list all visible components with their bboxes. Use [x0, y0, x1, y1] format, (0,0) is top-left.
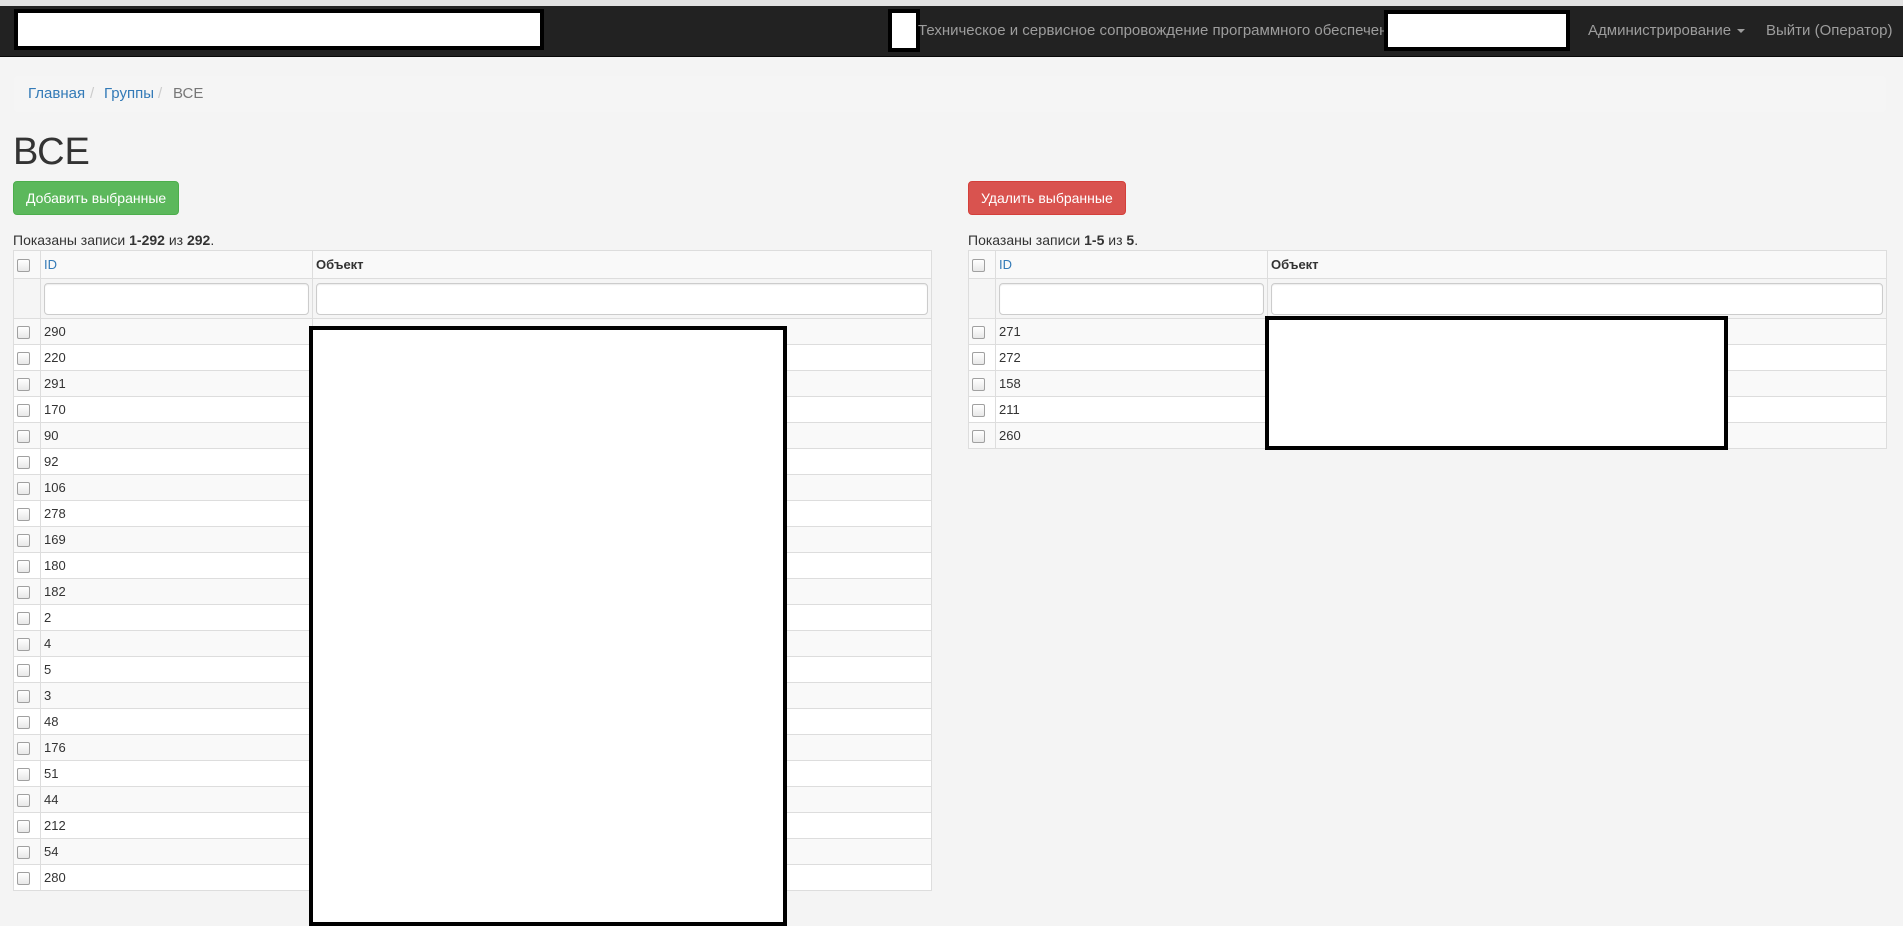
row-id: 54 [40, 838, 313, 865]
row-checkbox[interactable] [17, 742, 30, 756]
sort-id-link[interactable]: ID [44, 257, 57, 272]
row-checkbox[interactable] [17, 352, 30, 366]
breadcrumb-groups[interactable]: Группы [104, 76, 154, 112]
row-id: 44 [40, 786, 313, 813]
breadcrumb-home[interactable]: Главная [28, 76, 85, 112]
row-checkbox[interactable] [17, 768, 30, 782]
caret-down-icon [1737, 29, 1746, 34]
row-id: 2 [40, 604, 313, 631]
row-checkbox[interactable] [17, 846, 30, 860]
row-checkbox[interactable] [17, 508, 30, 522]
column-object: Объект [1267, 250, 1887, 279]
row-id: 220 [40, 344, 313, 371]
admin-menu-label: Администрирование [1588, 22, 1732, 39]
row-checkbox[interactable] [17, 820, 30, 834]
row-id: 211 [995, 396, 1268, 423]
row-checkbox[interactable] [17, 456, 30, 470]
row-id: 182 [40, 578, 313, 605]
row-checkbox[interactable] [972, 430, 985, 444]
row-id: 271 [995, 318, 1268, 345]
row-id: 5 [40, 656, 313, 683]
row-id: 90 [40, 422, 313, 449]
object-filter-input[interactable] [316, 282, 928, 315]
row-id: 106 [40, 474, 313, 501]
breadcrumb-separator: / [90, 85, 95, 102]
row-checkbox[interactable] [972, 404, 985, 418]
row-id: 4 [40, 630, 313, 657]
row-id: 176 [40, 734, 313, 761]
row-id: 290 [40, 318, 313, 345]
row-checkbox[interactable] [17, 612, 30, 626]
row-checkbox[interactable] [17, 560, 30, 574]
redacted-logo [888, 9, 920, 52]
row-checkbox[interactable] [17, 534, 30, 548]
select-all-checkbox[interactable] [972, 259, 985, 273]
row-id: 260 [995, 422, 1268, 449]
sort-id-link[interactable]: ID [999, 257, 1012, 272]
breadcrumb: Главная / Группы / ВСЕ [14, 76, 1886, 112]
row-id: 170 [40, 396, 313, 423]
redacted-user [1384, 10, 1570, 51]
column-object: Объект [312, 250, 932, 279]
row-id: 92 [40, 448, 313, 475]
row-checkbox[interactable] [17, 872, 30, 886]
row-checkbox[interactable] [972, 378, 985, 392]
left-summary: Показаны записи 1-292 из 292. [13, 232, 215, 248]
row-checkbox[interactable] [17, 664, 30, 678]
row-checkbox[interactable] [17, 586, 30, 600]
redacted-object-column [1265, 316, 1728, 450]
row-id: 158 [995, 370, 1268, 397]
row-id: 212 [40, 812, 313, 839]
id-filter-input[interactable] [44, 282, 309, 315]
row-checkbox[interactable] [17, 430, 30, 444]
row-checkbox[interactable] [972, 352, 985, 366]
row-id: 291 [40, 370, 313, 397]
row-id: 280 [40, 864, 313, 891]
row-id: 51 [40, 760, 313, 787]
row-checkbox[interactable] [17, 716, 30, 730]
navbar-subtitle: Техническое и сервисное сопровождение пр… [918, 22, 1404, 39]
redacted-brand [14, 9, 544, 50]
right-summary: Показаны записи 1-5 из 5. [968, 232, 1139, 248]
object-filter-input[interactable] [1271, 282, 1883, 315]
row-id: 169 [40, 526, 313, 553]
add-selected-button[interactable]: Добавить выбранные [13, 181, 180, 215]
row-checkbox[interactable] [17, 638, 30, 652]
delete-selected-button[interactable]: Удалить выбранные [968, 181, 1126, 215]
logout-link[interactable]: Выйти (Оператор) [1766, 6, 1892, 56]
breadcrumb-separator: / [158, 85, 163, 102]
row-id: 272 [995, 344, 1268, 371]
row-checkbox[interactable] [17, 794, 30, 808]
row-checkbox[interactable] [17, 326, 30, 340]
admin-menu-dropdown[interactable]: Администрирование [1588, 6, 1746, 56]
id-filter-input[interactable] [999, 282, 1264, 315]
page-title: ВСЕ [13, 131, 90, 173]
row-id: 278 [40, 500, 313, 527]
row-id: 48 [40, 708, 313, 735]
row-id: 3 [40, 682, 313, 709]
row-checkbox[interactable] [17, 378, 30, 392]
navbar: Техническое и сервисное сопровождение пр… [0, 6, 1903, 57]
select-all-checkbox[interactable] [17, 259, 30, 273]
row-checkbox[interactable] [17, 404, 30, 418]
redacted-object-column [309, 326, 787, 926]
row-id: 180 [40, 552, 313, 579]
row-checkbox[interactable] [17, 482, 30, 496]
row-checkbox[interactable] [972, 326, 985, 340]
row-checkbox[interactable] [17, 690, 30, 704]
breadcrumb-current: ВСЕ [173, 85, 204, 102]
